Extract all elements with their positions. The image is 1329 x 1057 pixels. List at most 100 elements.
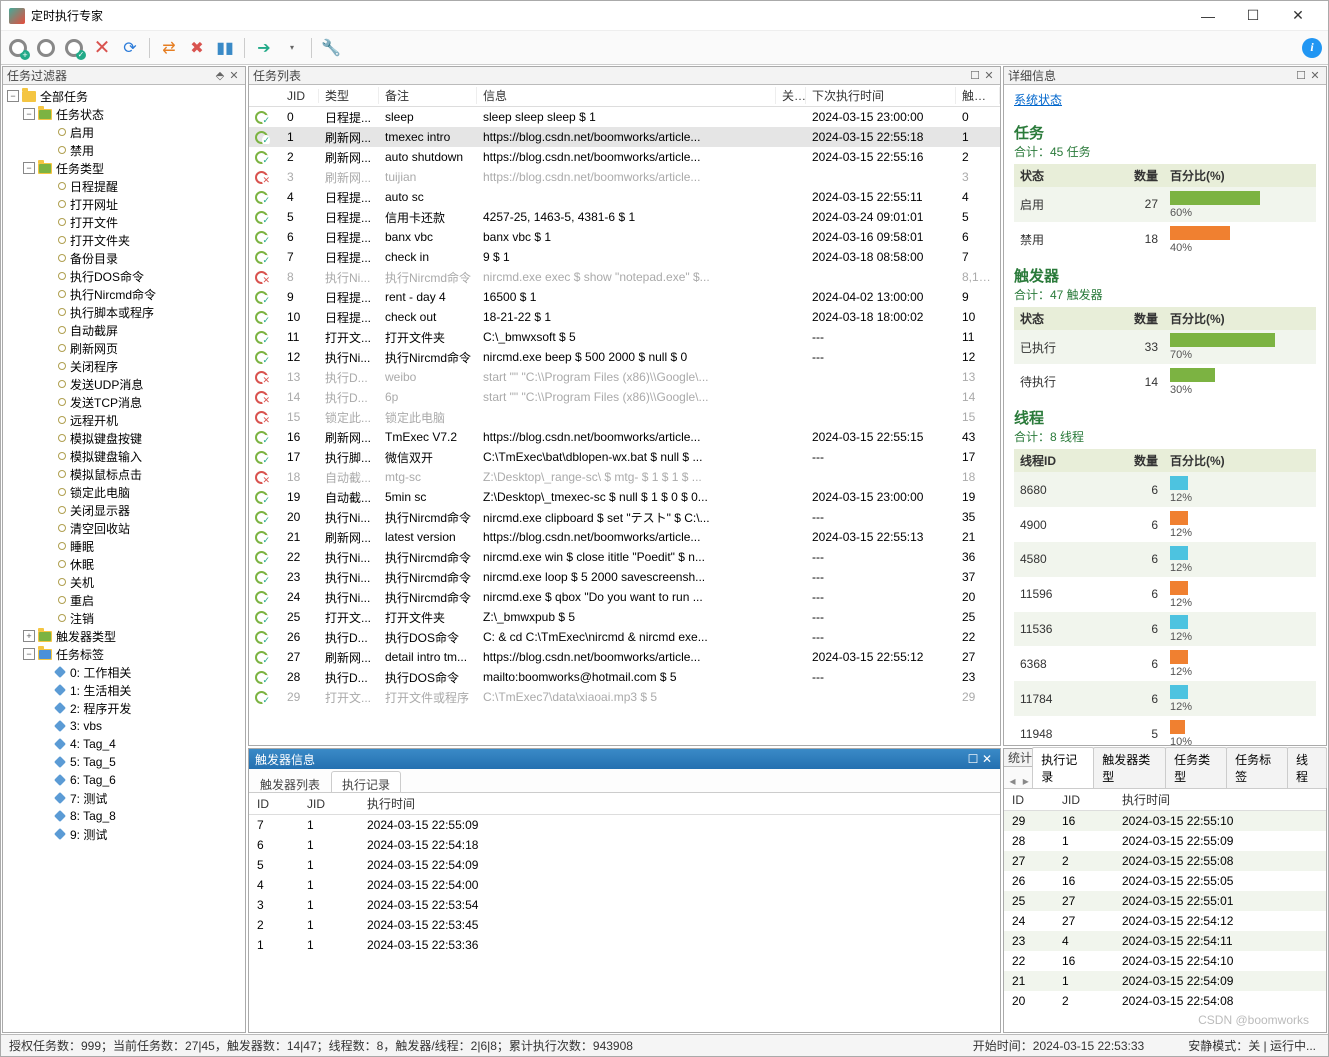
- tree-item[interactable]: 关闭程序: [3, 357, 245, 375]
- edit-task-button[interactable]: [35, 37, 57, 59]
- tree-item[interactable]: 清空回收站: [3, 519, 245, 537]
- export-button[interactable]: ➔: [253, 37, 275, 59]
- tree-item[interactable]: 休眠: [3, 555, 245, 573]
- task-row[interactable]: 3刷新网...tuijianhttps://blog.csdn.net/boom…: [249, 167, 1000, 187]
- tree-item[interactable]: 日程提醒: [3, 177, 245, 195]
- pin-icon[interactable]: ⬘: [213, 69, 227, 82]
- tree-item[interactable]: 打开文件: [3, 213, 245, 231]
- stats-tab[interactable]: 执行记录: [1032, 747, 1094, 788]
- tree-item[interactable]: 执行Nircmd命令: [3, 285, 245, 303]
- task-row[interactable]: 0日程提...sleepsleep sleep sleep $ 12024-03…: [249, 107, 1000, 127]
- stats-row[interactable]: 25272024-03-15 22:55:01: [1004, 891, 1326, 911]
- task-row[interactable]: 21刷新网...latest versionhttps://blog.csdn.…: [249, 527, 1000, 547]
- tree-item[interactable]: 8: Tag_8: [3, 807, 245, 825]
- tree-item[interactable]: 9: 测试: [3, 825, 245, 843]
- enable-task-button[interactable]: [63, 37, 85, 59]
- task-row[interactable]: 13执行D...weibostart "" "C:\\Program Files…: [249, 367, 1000, 387]
- settings-button[interactable]: 🔧: [320, 37, 342, 59]
- task-row[interactable]: 10日程提...check out18-21-22 $ 12024-03-18 …: [249, 307, 1000, 327]
- tree-item[interactable]: 4: Tag_4: [3, 735, 245, 753]
- tree-item[interactable]: −任务标签: [3, 645, 245, 663]
- tree-item[interactable]: 6: Tag_6: [3, 771, 245, 789]
- close-panel-icon[interactable]: ✕: [1308, 69, 1322, 82]
- tree-item[interactable]: 锁定此电脑: [3, 483, 245, 501]
- maximize-button[interactable]: ☐: [1231, 2, 1275, 30]
- tree-item[interactable]: 5: Tag_5: [3, 753, 245, 771]
- tree-item[interactable]: 发送UDP消息: [3, 375, 245, 393]
- task-row[interactable]: 6日程提...banx vbcbanx vbc $ 12024-03-16 09…: [249, 227, 1000, 247]
- tree-item[interactable]: 打开文件夹: [3, 231, 245, 249]
- maximize-panel-icon[interactable]: ☐: [1294, 69, 1308, 82]
- task-row[interactable]: 8执行Ni...执行Nircmd命令nircmd.exe exec $ show…: [249, 267, 1000, 287]
- delete-task-button[interactable]: ✕: [91, 37, 113, 59]
- tree-item[interactable]: 3: vbs: [3, 717, 245, 735]
- task-row[interactable]: 25打开文...打开文件夹Z:\_bmwxpub $ 5---25: [249, 607, 1000, 627]
- stats-tab[interactable]: 任务标签: [1226, 747, 1288, 788]
- tab-exec-log[interactable]: 执行记录: [331, 771, 401, 792]
- stats-row[interactable]: 2722024-03-15 22:55:08: [1004, 851, 1326, 871]
- tree-item[interactable]: −任务类型: [3, 159, 245, 177]
- tree-item[interactable]: 1: 生活相关: [3, 681, 245, 699]
- task-row[interactable]: 17执行脚...微信双开C:\TmExec\bat\dblopen-wx.bat…: [249, 447, 1000, 467]
- system-status-link[interactable]: 系统状态: [1014, 91, 1062, 108]
- refresh-button[interactable]: ⟳: [119, 37, 141, 59]
- task-row[interactable]: 19自动截...5min scZ:\Desktop\_tmexec-sc $ n…: [249, 487, 1000, 507]
- tree-item[interactable]: 发送TCP消息: [3, 393, 245, 411]
- task-row[interactable]: 22执行Ni...执行Nircmd命令nircmd.exe win $ clos…: [249, 547, 1000, 567]
- scroll-left-icon[interactable]: ◂: [1006, 774, 1019, 788]
- tree-item[interactable]: 执行脚本或程序: [3, 303, 245, 321]
- tree-item[interactable]: 注销: [3, 609, 245, 627]
- stats-row[interactable]: 2022024-03-15 22:54:08: [1004, 991, 1326, 1011]
- stats-row[interactable]: 29162024-03-15 22:55:10: [1004, 811, 1326, 831]
- tree-item[interactable]: 模拟鼠标点击: [3, 465, 245, 483]
- trigger-row[interactable]: 312024-03-15 22:53:54: [249, 895, 1000, 915]
- trigger-row[interactable]: 712024-03-15 22:55:09: [249, 815, 1000, 835]
- tree-item[interactable]: 刷新网页: [3, 339, 245, 357]
- tree-item[interactable]: 关闭显示器: [3, 501, 245, 519]
- tree-item[interactable]: 执行DOS命令: [3, 267, 245, 285]
- maximize-panel-icon[interactable]: ☐: [968, 69, 982, 82]
- tree-item[interactable]: 打开网址: [3, 195, 245, 213]
- stats-tab[interactable]: 触发器类型: [1093, 747, 1166, 788]
- stats-row[interactable]: 22162024-03-15 22:54:10: [1004, 951, 1326, 971]
- task-row[interactable]: 18自动截...mtg-scZ:\Desktop\_range-sc\ $ mt…: [249, 467, 1000, 487]
- trigger-row[interactable]: 212024-03-15 22:53:45: [249, 915, 1000, 935]
- tree-item[interactable]: −任务状态: [3, 105, 245, 123]
- remove-button[interactable]: ✖: [186, 37, 208, 59]
- task-row[interactable]: 12执行Ni...执行Nircmd命令nircmd.exe beep $ 500…: [249, 347, 1000, 367]
- task-row[interactable]: 7日程提...check in9 $ 12024-03-18 08:58:007: [249, 247, 1000, 267]
- pause-button[interactable]: ▮▮: [214, 37, 236, 59]
- task-row[interactable]: 15锁定此...锁定此电脑15: [249, 407, 1000, 427]
- scroll-right-icon[interactable]: ▸: [1019, 774, 1032, 788]
- task-row[interactable]: 23执行Ni...执行Nircmd命令nircmd.exe loop $ 5 2…: [249, 567, 1000, 587]
- tree-item[interactable]: 重启: [3, 591, 245, 609]
- tree-item[interactable]: +触发器类型: [3, 627, 245, 645]
- task-row[interactable]: 16刷新网...TmExec V7.2https://blog.csdn.net…: [249, 427, 1000, 447]
- stats-row[interactable]: 2112024-03-15 22:54:09: [1004, 971, 1326, 991]
- trigger-row[interactable]: 512024-03-15 22:54:09: [249, 855, 1000, 875]
- task-row[interactable]: 5日程提...信用卡还款4257-25, 1463-5, 4381-6 $ 12…: [249, 207, 1000, 227]
- trigger-row[interactable]: 412024-03-15 22:54:00: [249, 875, 1000, 895]
- task-row[interactable]: 27刷新网...detail intro tm...https://blog.c…: [249, 647, 1000, 667]
- tree-item[interactable]: 睡眠: [3, 537, 245, 555]
- minimize-button[interactable]: —: [1186, 2, 1230, 30]
- trigger-row[interactable]: 112024-03-15 22:53:36: [249, 935, 1000, 955]
- dropdown-button[interactable]: ▾: [281, 37, 303, 59]
- tree-item[interactable]: −全部任务: [3, 87, 245, 105]
- task-row[interactable]: 14执行D...6pstart "" "C:\\Program Files (x…: [249, 387, 1000, 407]
- stats-tab[interactable]: 任务类型: [1165, 747, 1227, 788]
- tree-item[interactable]: 2: 程序开发: [3, 699, 245, 717]
- tree-item[interactable]: 远程开机: [3, 411, 245, 429]
- tree-item[interactable]: 备份目录: [3, 249, 245, 267]
- tree-item[interactable]: 模拟键盘输入: [3, 447, 245, 465]
- task-row[interactable]: 1刷新网...tmexec introhttps://blog.csdn.net…: [249, 127, 1000, 147]
- tab-trigger-list[interactable]: 触发器列表: [249, 771, 331, 792]
- stats-row[interactable]: 26162024-03-15 22:55:05: [1004, 871, 1326, 891]
- task-row[interactable]: 29打开文...打开文件或程序C:\TmExec7\data\xiaoai.mp…: [249, 687, 1000, 707]
- task-row[interactable]: 4日程提...auto sc2024-03-15 22:55:114: [249, 187, 1000, 207]
- task-row[interactable]: 20执行Ni...执行Nircmd命令nircmd.exe clipboard …: [249, 507, 1000, 527]
- tree-item[interactable]: 0: 工作相关: [3, 663, 245, 681]
- stats-tab[interactable]: 线程: [1287, 747, 1327, 788]
- task-row[interactable]: 11打开文...打开文件夹C:\_bmwxsoft $ 5---11: [249, 327, 1000, 347]
- task-row[interactable]: 28执行D...执行DOS命令mailto:boomworks@hotmail.…: [249, 667, 1000, 687]
